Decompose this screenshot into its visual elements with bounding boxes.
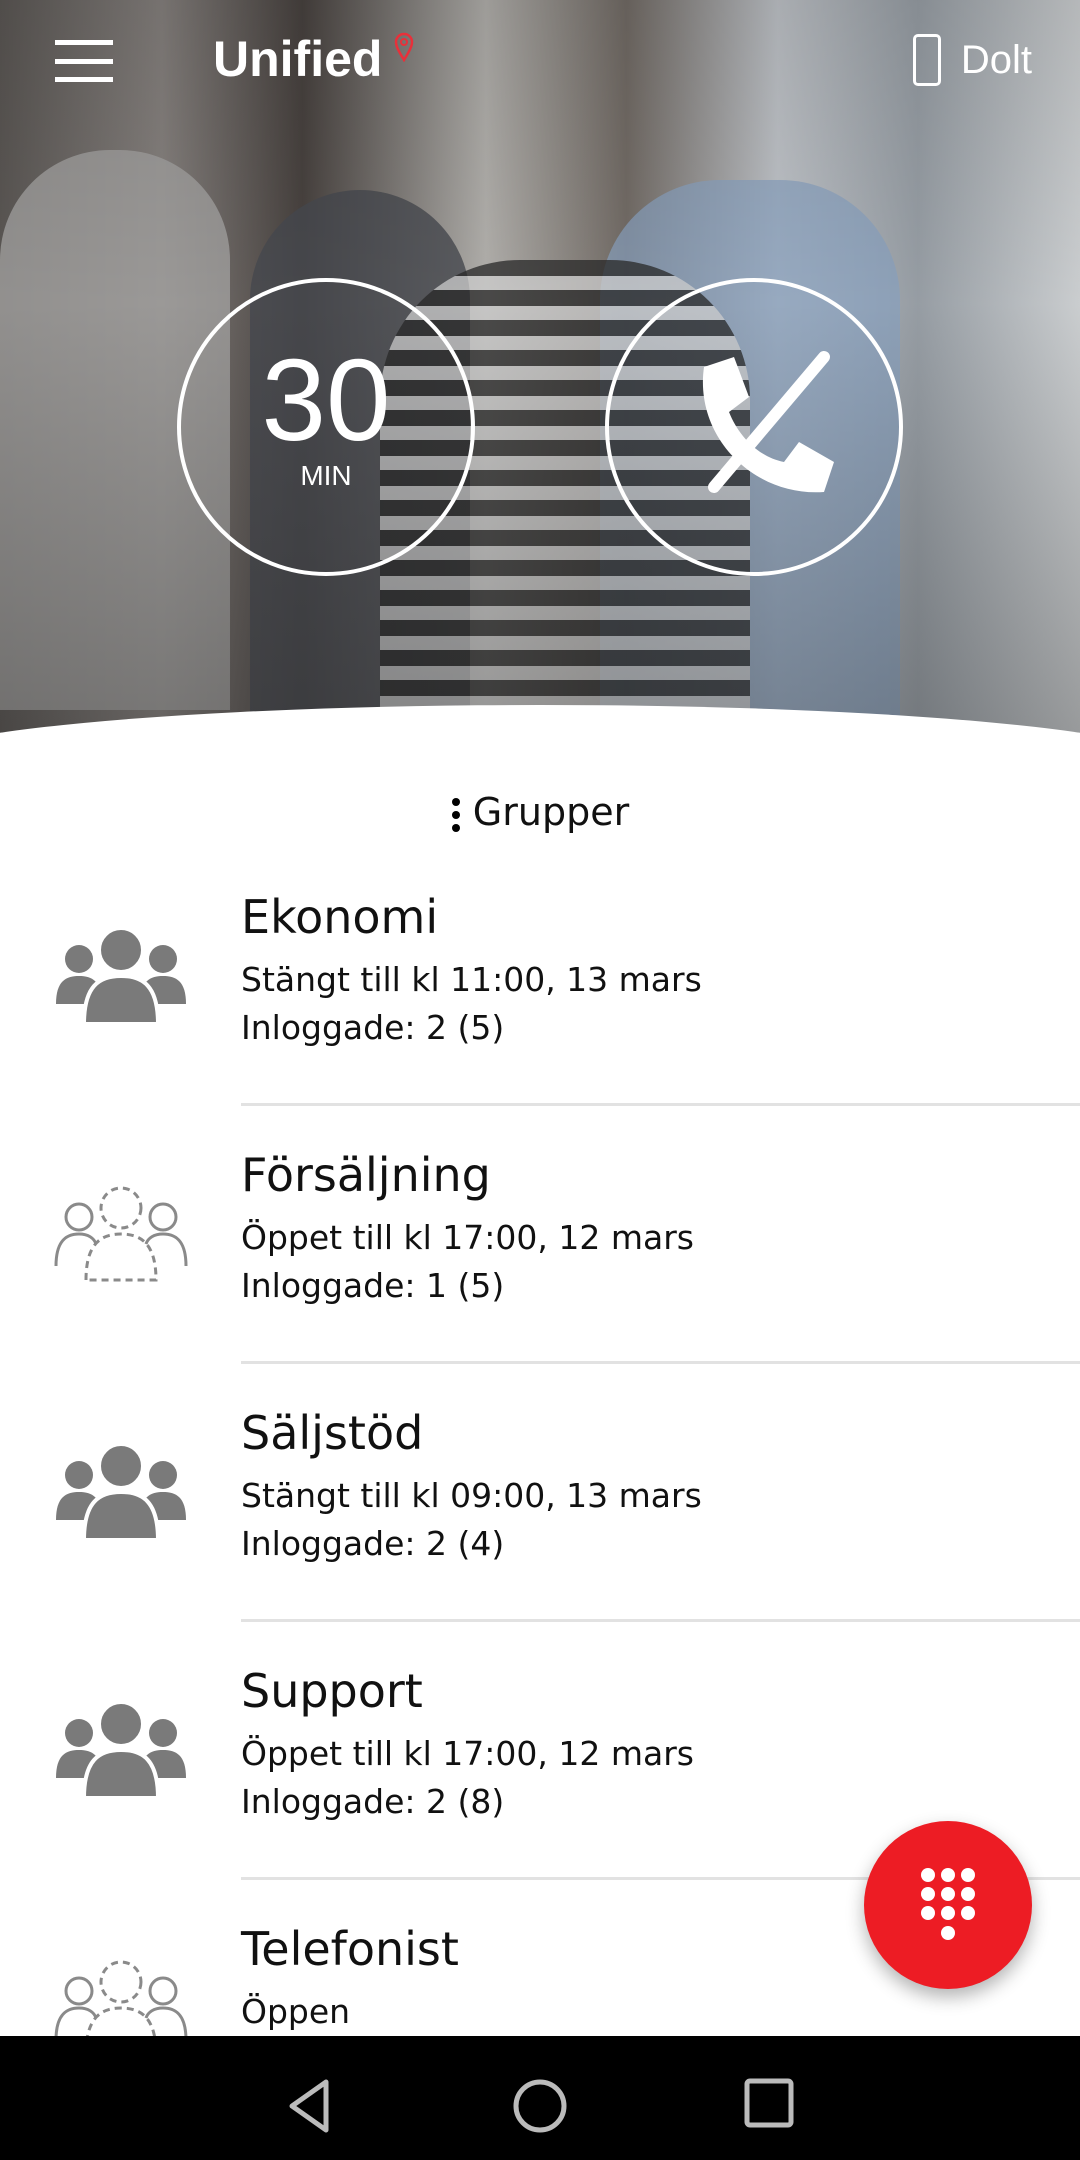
groups-menu[interactable]: Grupper xyxy=(0,790,1080,834)
group-logged-in: Inloggade: 1 (5) xyxy=(241,1266,505,1305)
logo: Unified xyxy=(213,31,383,87)
timer-value: 30 xyxy=(261,335,391,465)
group-list-item[interactable]: Ekonomi Stängt till kl 11:00, 13 mars Inlo… xyxy=(0,848,1080,1106)
dialpad-icon xyxy=(921,1868,975,1940)
visibility-status-button[interactable]: Dolt xyxy=(912,34,1032,86)
group-status: Öppet till kl 17:00, 12 mars xyxy=(241,1218,694,1257)
groups-label: Grupper xyxy=(472,790,630,834)
phone-off-icon xyxy=(702,351,834,493)
group-logged-in: Inloggade: 2 (8) xyxy=(241,1782,505,1821)
more-vertical-icon xyxy=(451,797,460,832)
visibility-status-label: Dolt xyxy=(960,37,1032,82)
group-name: Säljstöd xyxy=(241,1406,424,1460)
location-pin-icon xyxy=(394,32,414,62)
group-name: Försäljning xyxy=(241,1148,491,1202)
group-status: Stängt till kl 09:00, 13 mars xyxy=(241,1476,702,1515)
timer-button[interactable]: 30 MIN xyxy=(177,278,475,576)
group-name: Support xyxy=(241,1664,423,1718)
call-toggle-button[interactable] xyxy=(605,278,903,576)
group-status: Öppet till kl 17:00, 12 mars xyxy=(241,1734,694,1773)
group-logged-in: Inloggade: 2 (5) xyxy=(241,1008,505,1047)
group-list-item[interactable]: Försäljning Öppet till kl 17:00, 12 mars I… xyxy=(0,1106,1080,1364)
recents-icon[interactable] xyxy=(744,2078,794,2128)
group-filled-icon xyxy=(54,926,188,1030)
group-status: Öppen xyxy=(241,1992,351,2031)
group-filled-icon xyxy=(54,1442,188,1546)
back-icon[interactable] xyxy=(284,2078,334,2134)
home-icon[interactable] xyxy=(512,2078,568,2134)
group-logged-in: Inloggade: 2 (4) xyxy=(241,1524,505,1563)
phone-device-icon xyxy=(912,34,941,86)
group-status: Stängt till kl 11:00, 13 mars xyxy=(241,960,702,999)
group-dashed-icon xyxy=(54,1184,188,1288)
system-navigation-bar xyxy=(0,2036,1080,2160)
group-filled-icon xyxy=(54,1700,188,1804)
menu-icon[interactable] xyxy=(55,40,113,82)
group-list-item[interactable]: Säljstöd Stängt till kl 09:00, 13 mars Inl… xyxy=(0,1364,1080,1622)
top-bar: Unified Dolt xyxy=(0,0,1080,130)
group-name: Ekonomi xyxy=(241,890,439,944)
timer-unit: MIN xyxy=(300,460,352,491)
group-name: Telefonist xyxy=(241,1922,459,1976)
dialpad-button[interactable] xyxy=(864,1821,1032,1989)
